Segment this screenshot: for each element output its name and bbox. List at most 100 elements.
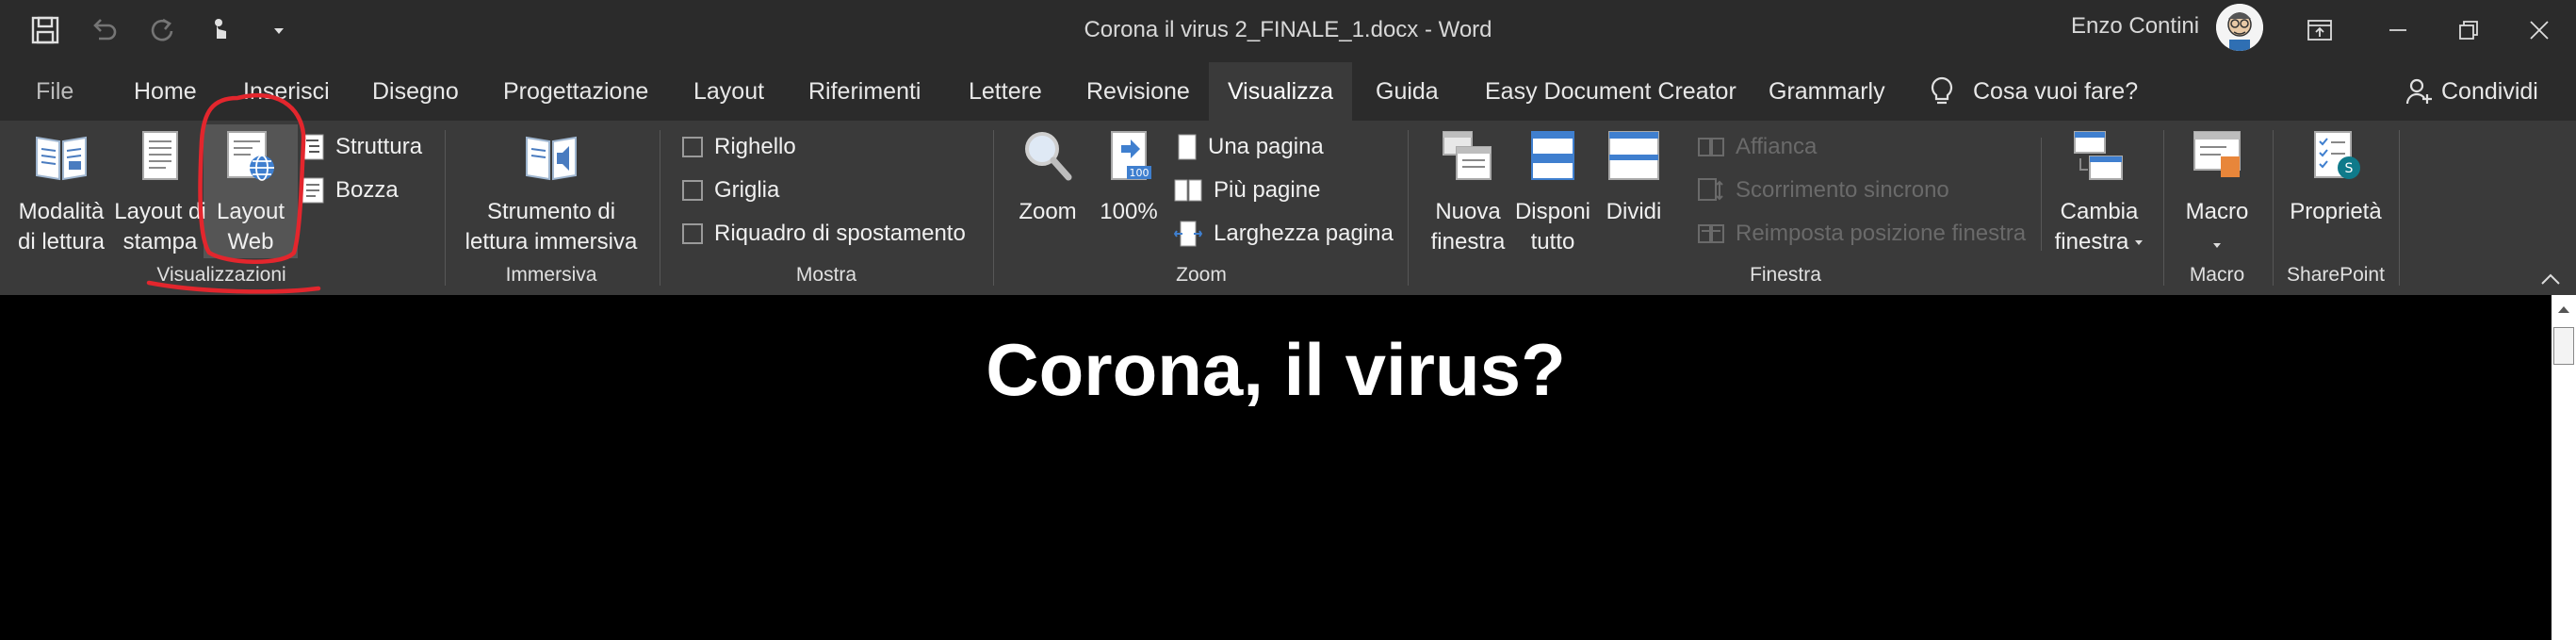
document-canvas[interactable]: Corona, il virus? [0,295,2552,640]
print-layout-icon [142,131,178,180]
arrange-all-icon [1531,131,1574,180]
tab-file[interactable]: File [36,62,73,121]
print-layout-button[interactable]: Layout di stampa [111,128,209,257]
outline-icon [302,134,324,160]
inner-separator [2041,138,2042,251]
arrange-all-label-1: Disponi [1514,199,1591,224]
collapse-ribbon-icon[interactable] [2539,271,2562,290]
group-separator [2273,130,2274,286]
tab-grammarly[interactable]: Grammarly [1769,62,1885,121]
lightbulb-icon [1931,76,1953,105]
side-by-side-label: Affianca [1736,134,1818,159]
arrange-all-button[interactable]: Disponi tutto [1509,128,1596,257]
group-label-finestra: Finestra [1750,264,1821,286]
group-label-immersiva: Immersiva [505,264,597,286]
group-label-visualizzazioni: Visualizzazioni [156,264,286,286]
sync-scroll-icon [1698,178,1723,201]
zoom-label: Zoom [1019,199,1077,224]
split-icon [1608,131,1659,180]
zoom-button[interactable]: Zoom [1012,128,1084,227]
avatar[interactable] [2216,4,2263,51]
tab-revisione[interactable]: Revisione [1086,62,1190,121]
macros-icon [2193,131,2241,177]
sync-scroll-label: Scorrimento sincrono [1736,177,1949,203]
page-width-icon [1174,221,1202,247]
tab-layout[interactable]: Layout [693,62,764,121]
document-heading[interactable]: Corona, il virus? [0,327,2552,413]
new-window-button[interactable]: Nuova finestra [1423,128,1513,257]
draft-label: Bozza [335,177,399,203]
dropdown-arrow-icon [2135,240,2144,245]
multiple-pages-icon [1174,179,1202,202]
svg-text:100: 100 [1130,167,1149,179]
gridlines-checkbox-box[interactable] [682,180,703,201]
reset-window-position-button[interactable]: Reimposta posizione finestra [1698,221,2026,247]
split-button[interactable]: Dividi [1596,128,1671,227]
zoom-100-button[interactable]: 100 100% [1093,128,1165,227]
share-button[interactable]: Condividi [2405,62,2538,121]
close-icon[interactable] [2519,9,2560,51]
web-layout-label-2: Web [227,229,274,254]
ribbon-tabs: File Home Inserisci Disegno Progettazion… [0,62,2576,121]
scrollbar-thumb[interactable] [2553,327,2574,365]
group-separator [2399,130,2400,286]
tab-riferimenti[interactable]: Riferimenti [808,62,921,121]
ribbon-display-options-icon[interactable] [2299,9,2340,51]
reading-mode-icon [36,136,87,181]
ribbon: Modalità di lettura Layout di stampa Lay… [0,121,2576,295]
group-separator [445,130,446,286]
share-label: Condividi [2441,78,2538,105]
properties-button[interactable]: S Proprietà [2284,128,2388,227]
tab-lettere[interactable]: Lettere [969,62,1042,121]
group-separator [1408,130,1409,286]
reading-mode-button[interactable]: Modalità di lettura [9,128,113,257]
web-layout-button[interactable]: Layout Web [204,128,298,257]
multiple-pages-button[interactable]: Più pagine [1174,177,1320,204]
properties-icon: S [2314,131,2360,179]
new-window-label-2: finestra [1430,229,1506,254]
zoom-100-label: 100% [1100,199,1158,224]
immersive-reader-button[interactable]: Strumento di lettura immersiva [462,128,641,257]
gridlines-label: Griglia [714,177,780,203]
side-by-side-button[interactable]: Affianca [1698,134,1817,160]
switch-windows-button[interactable]: Cambia finestra [2050,128,2148,257]
tab-progettazione[interactable]: Progettazione [503,62,648,121]
ruler-checkbox-box[interactable] [682,137,703,157]
restore-icon[interactable] [2448,9,2489,51]
vertical-scrollbar[interactable] [2552,295,2576,640]
macros-button[interactable]: Macro [2175,128,2259,257]
tab-guida[interactable]: Guida [1376,62,1439,121]
immersive-reader-label-1: Strumento di [486,199,616,224]
minimize-icon[interactable] [2377,9,2419,51]
print-layout-label-1: Layout di [114,199,206,224]
group-label-zoom: Zoom [1176,264,1227,286]
side-by-side-icon [1698,138,1724,156]
tab-easy-document-creator[interactable]: Easy Document Creator [1485,62,1736,121]
group-label-mostra: Mostra [795,264,857,286]
macros-label: Macro [2185,199,2249,224]
tell-me-label: Cosa vuoi fare? [1973,78,2139,105]
tab-visualizza[interactable]: Visualizza [1209,62,1352,121]
navigation-pane-checkbox[interactable]: Riquadro di spostamento [682,221,966,247]
outline-label: Struttura [335,134,423,159]
tab-home[interactable]: Home [134,62,197,121]
outline-button[interactable]: Struttura [302,134,422,160]
one-page-button[interactable]: Una pagina [1178,134,1324,160]
user-name[interactable]: Enzo Contini [2071,13,2199,40]
split-label: Dividi [1606,199,1662,224]
navigation-pane-checkbox-box[interactable] [682,223,703,244]
page-width-button[interactable]: Larghezza pagina [1174,221,1394,247]
tab-inserisci[interactable]: Inserisci [243,62,330,121]
tab-disegno[interactable]: Disegno [372,62,459,121]
reading-mode-label-1: Modalità [18,199,105,224]
gridlines-checkbox[interactable]: Griglia [682,177,779,204]
ruler-checkbox[interactable]: Righello [682,134,796,160]
reset-window-position-label: Reimposta posizione finestra [1736,221,2027,246]
tell-me-box[interactable]: Cosa vuoi fare? [1930,62,2138,121]
immersive-reader-label-2: lettura immersiva [465,229,638,254]
properties-label: Proprietà [2290,199,2382,224]
reading-mode-label-2: di lettura [17,229,106,254]
scroll-up-icon[interactable] [2552,297,2576,321]
sync-scroll-button[interactable]: Scorrimento sincrono [1698,177,1949,204]
draft-button[interactable]: Bozza [302,177,399,204]
